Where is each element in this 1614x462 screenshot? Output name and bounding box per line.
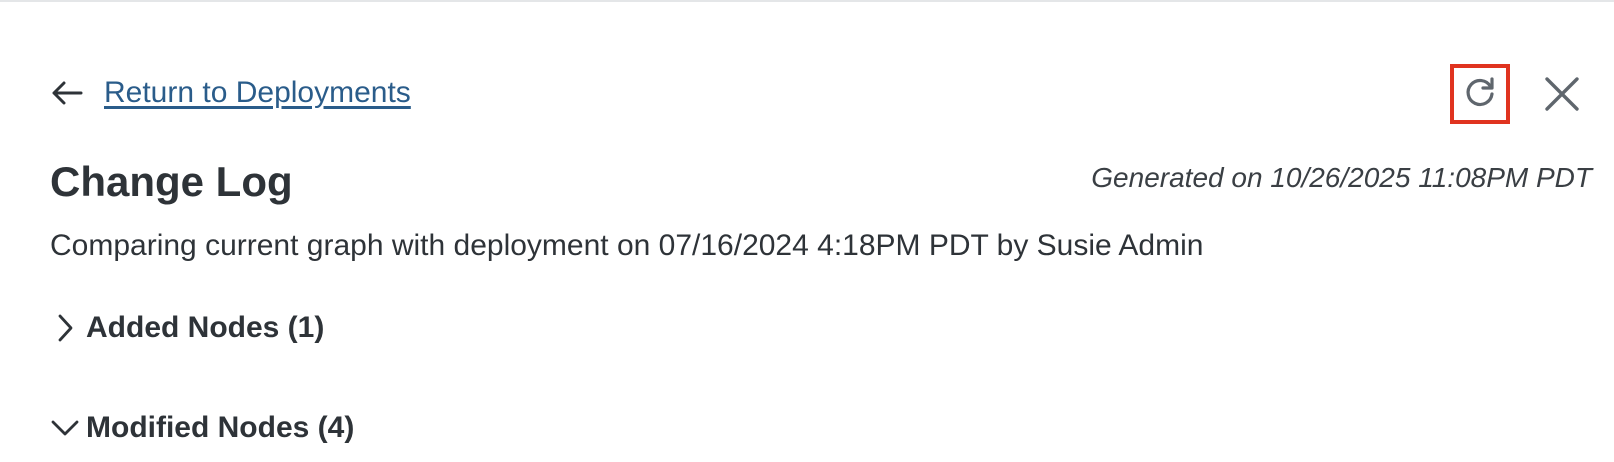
top-divider — [0, 0, 1614, 2]
chevron-right-icon — [50, 313, 80, 343]
arrow-left-icon[interactable] — [50, 76, 84, 110]
section-added-nodes[interactable]: Added Nodes (1) — [50, 308, 324, 348]
close-icon — [1544, 76, 1580, 117]
back-navigation: Return to Deployments — [50, 70, 411, 116]
refresh-button[interactable] — [1450, 64, 1510, 124]
return-to-deployments-link[interactable]: Return to Deployments — [104, 76, 411, 110]
section-added-nodes-label: Added Nodes (1) — [86, 311, 325, 344]
comparison-description: Comparing current graph with deployment … — [50, 229, 1204, 262]
chevron-down-icon — [50, 413, 80, 443]
generated-timestamp: Generated on 10/26/2025 11:08PM PDT — [1091, 162, 1592, 193]
refresh-icon — [1463, 75, 1497, 114]
section-modified-nodes-label: Modified Nodes (4) — [86, 411, 355, 444]
close-button[interactable] — [1540, 74, 1584, 118]
page-title: Change Log — [50, 158, 293, 205]
section-modified-nodes[interactable]: Modified Nodes (4) — [50, 408, 354, 448]
